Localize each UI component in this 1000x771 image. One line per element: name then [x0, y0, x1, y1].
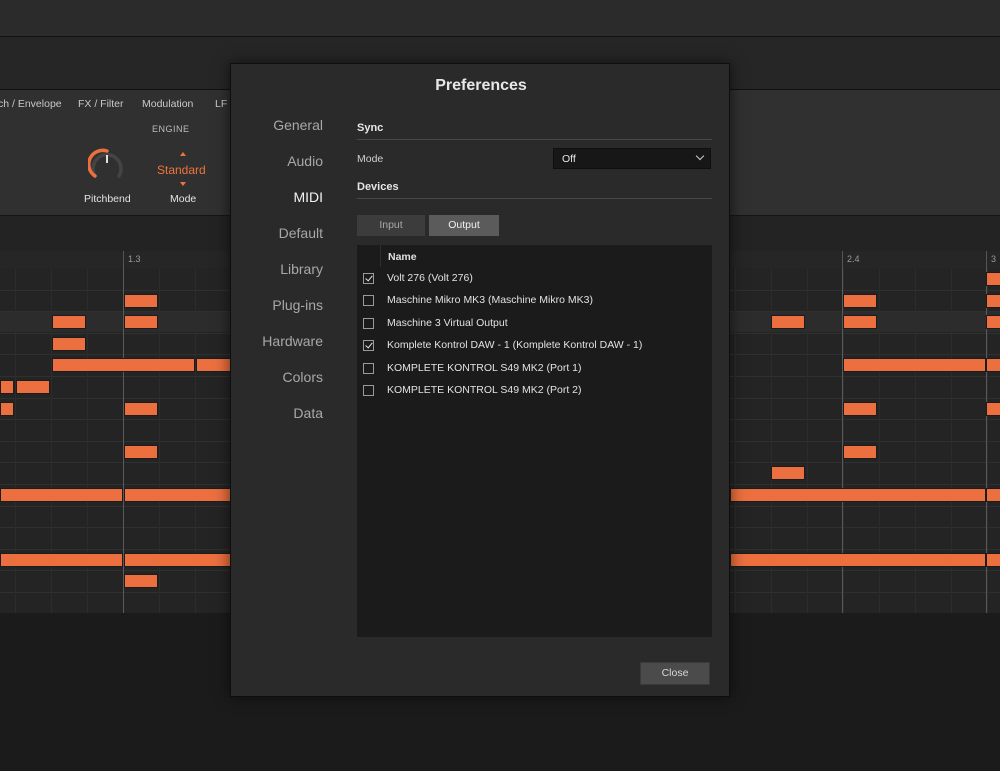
midi-note[interactable]: [52, 358, 195, 372]
midi-note[interactable]: [730, 488, 986, 502]
ruler-tick: [986, 251, 987, 268]
device-checkbox[interactable]: [363, 273, 374, 284]
midi-note[interactable]: [986, 402, 1000, 416]
midi-note[interactable]: [124, 315, 158, 329]
device-row[interactable]: Volt 276 (Volt 276): [357, 268, 712, 290]
nav-colors[interactable]: Colors: [283, 369, 323, 385]
device-list: Name Volt 276 (Volt 276) Maschine Mikro …: [357, 245, 712, 637]
dialog-title: Preferences: [435, 77, 527, 94]
midi-note[interactable]: [986, 488, 1000, 502]
midi-note[interactable]: [0, 488, 123, 502]
pitchbend-knob[interactable]: [88, 146, 126, 184]
midi-note[interactable]: [0, 553, 123, 567]
ruler-tick: [123, 251, 124, 268]
midi-note[interactable]: [843, 358, 986, 372]
midi-note[interactable]: [843, 315, 877, 329]
midi-note[interactable]: [771, 315, 805, 329]
nav-plug-ins[interactable]: Plug-ins: [272, 297, 323, 313]
midi-note[interactable]: [124, 294, 158, 308]
device-row[interactable]: KOMPLETE KONTROL S49 MK2 (Port 2): [357, 380, 712, 402]
chevron-down-icon: [695, 151, 705, 161]
midi-note[interactable]: [986, 272, 1000, 286]
nav-general[interactable]: General: [273, 117, 323, 133]
device-checkbox[interactable]: [363, 363, 374, 374]
midi-note[interactable]: [124, 488, 234, 502]
tab-modulation[interactable]: Modulation: [142, 98, 193, 110]
device-name: KOMPLETE KONTROL S49 MK2 (Port 1): [387, 362, 582, 374]
close-button[interactable]: Close: [640, 662, 710, 685]
midi-note[interactable]: [730, 553, 986, 567]
device-checkbox[interactable]: [363, 340, 374, 351]
sync-mode-label: Mode: [357, 153, 384, 165]
devices-divider: [357, 198, 712, 199]
midi-note[interactable]: [16, 380, 50, 394]
device-row[interactable]: KOMPLETE KONTROL S49 MK2 (Port 1): [357, 358, 712, 380]
device-name: Komplete Kontrol DAW - 1 (Komplete Kontr…: [387, 339, 643, 351]
mode-label: Mode: [170, 193, 197, 205]
preferences-dialog: Preferences General Audio MIDI Default L…: [230, 63, 730, 697]
nav-library[interactable]: Library: [280, 261, 323, 277]
midi-note[interactable]: [843, 445, 877, 459]
sync-section-title: Sync: [357, 122, 384, 134]
ruler-label: 1.3: [128, 254, 141, 264]
ruler-label: 2.4: [847, 254, 860, 264]
pitchbend-label: Pitchbend: [84, 193, 131, 205]
device-name: Maschine Mikro MK3 (Maschine Mikro MK3): [387, 294, 593, 306]
midi-note[interactable]: [771, 466, 805, 480]
devices-section-title: Devices: [357, 181, 399, 193]
tab-lfo[interactable]: LF: [215, 98, 227, 110]
midi-note[interactable]: [0, 402, 14, 416]
midi-note[interactable]: [986, 553, 1000, 567]
device-name: Maschine 3 Virtual Output: [387, 317, 508, 329]
midi-note[interactable]: [986, 315, 1000, 329]
midi-note[interactable]: [124, 445, 158, 459]
nav-midi[interactable]: MIDI: [293, 189, 323, 205]
device-row[interactable]: Komplete Kontrol DAW - 1 (Komplete Kontr…: [357, 335, 712, 357]
device-checkbox[interactable]: [363, 295, 374, 306]
midi-note[interactable]: [124, 553, 234, 567]
nav-hardware[interactable]: Hardware: [262, 333, 323, 349]
midi-note[interactable]: [52, 315, 86, 329]
tab-input[interactable]: Input: [357, 215, 425, 236]
midi-note[interactable]: [986, 294, 1000, 308]
ruler-tick: [842, 251, 843, 268]
mode-up-arrow-icon[interactable]: [180, 152, 186, 156]
midi-note[interactable]: [124, 574, 158, 588]
mode-value[interactable]: Standard: [157, 163, 206, 177]
tab-fx-filter[interactable]: FX / Filter: [78, 98, 124, 110]
mode-down-arrow-icon[interactable]: [180, 182, 186, 186]
device-name: Volt 276 (Volt 276): [387, 272, 473, 284]
midi-note[interactable]: [52, 337, 86, 351]
nav-audio[interactable]: Audio: [287, 153, 323, 169]
sync-mode-value: Off: [562, 153, 576, 165]
column-header-name[interactable]: Name: [388, 251, 417, 263]
tab-pitch-envelope[interactable]: ch / Envelope: [0, 98, 62, 110]
column-divider: [380, 245, 381, 267]
device-checkbox[interactable]: [363, 318, 374, 329]
midi-note[interactable]: [986, 358, 1000, 372]
midi-note[interactable]: [0, 380, 14, 394]
device-name: KOMPLETE KONTROL S49 MK2 (Port 2): [387, 384, 582, 396]
nav-data[interactable]: Data: [293, 405, 323, 421]
tab-output[interactable]: Output: [429, 215, 499, 236]
device-checkbox[interactable]: [363, 385, 374, 396]
device-row[interactable]: Maschine 3 Virtual Output: [357, 313, 712, 335]
device-row[interactable]: Maschine Mikro MK3 (Maschine Mikro MK3): [357, 290, 712, 312]
app-top-bar: [0, 0, 1000, 37]
midi-note[interactable]: [124, 402, 158, 416]
nav-default[interactable]: Default: [279, 225, 323, 241]
sync-divider: [357, 139, 712, 140]
midi-note[interactable]: [843, 294, 877, 308]
engine-label: ENGINE: [152, 124, 190, 134]
midi-note[interactable]: [843, 402, 877, 416]
sync-mode-dropdown[interactable]: Off: [553, 148, 711, 169]
ruler-label: 3: [991, 254, 997, 264]
